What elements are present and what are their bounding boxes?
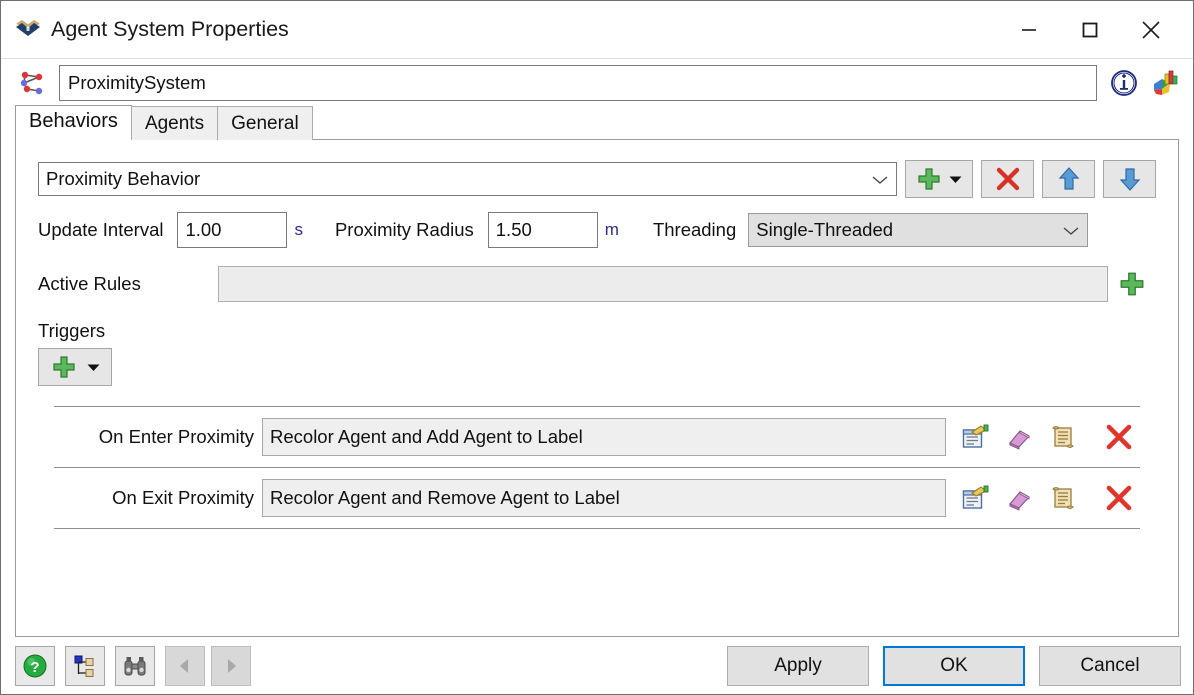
close-icon: [1141, 20, 1160, 39]
navigate-back-icon: [180, 658, 188, 673]
tab-strip: Behaviors Agents General: [1, 105, 1193, 140]
triggers-label: Triggers: [38, 320, 106, 341]
threading-select[interactable]: Single-Threaded: [748, 213, 1089, 247]
trigger-value-on-enter[interactable]: Recolor Agent and Add Agent to Label: [262, 418, 946, 456]
delete-behavior-button[interactable]: [981, 160, 1034, 198]
move-behavior-down-button[interactable]: [1103, 160, 1156, 198]
proximity-radius-input[interactable]: [487, 212, 598, 248]
edit-properties-icon[interactable]: [960, 483, 990, 513]
minimize-button[interactable]: [998, 2, 1059, 58]
eraser-icon[interactable]: [1004, 483, 1034, 513]
behavior-parameters-row: Update Interval s Proximity Radius m Thr…: [26, 198, 1168, 248]
table-row: On Enter Proximity Recolor Agent and Add…: [42, 407, 1152, 467]
tab-agents[interactable]: Agents: [130, 106, 219, 140]
script-scroll-icon[interactable]: [1048, 483, 1078, 513]
info-circle-icon[interactable]: [1109, 68, 1139, 98]
arrow-up-icon: [1058, 167, 1079, 190]
cancel-button[interactable]: Cancel: [1039, 645, 1181, 686]
triggers-section-label-row: Triggers: [26, 302, 1168, 342]
navigate-forward-icon: [228, 658, 236, 673]
title-bar: Agent System Properties: [1, 1, 1193, 59]
chevron-down-icon: [949, 176, 962, 183]
binoculars-find-icon: [124, 656, 146, 675]
delete-x-icon[interactable]: [1104, 483, 1134, 513]
system-name-input[interactable]: [59, 65, 1097, 101]
chevron-down-icon: [872, 168, 888, 190]
edit-properties-icon[interactable]: [960, 422, 990, 452]
navigate-forward-button[interactable]: [211, 645, 251, 686]
trigger-value-text: Recolor Agent and Remove Agent to Label: [270, 487, 620, 508]
dialog-footer: ? Apply OK Cancel: [1, 637, 1193, 694]
trigger-list: On Enter Proximity Recolor Agent and Add…: [26, 386, 1168, 529]
window-title: Agent System Properties: [51, 17, 289, 41]
network-nodes-icon: [15, 66, 49, 100]
update-interval-unit: s: [294, 220, 303, 239]
trigger-name-on-exit: On Exit Proximity: [112, 487, 254, 508]
behavior-select[interactable]: Proximity Behavior: [38, 162, 897, 196]
help-button[interactable]: ?: [15, 645, 55, 686]
tab-general[interactable]: General: [217, 106, 313, 140]
help-question-icon: ?: [23, 654, 47, 677]
find-button[interactable]: [115, 645, 155, 686]
statistics-chart-icon[interactable]: [1149, 68, 1179, 98]
active-rules-field[interactable]: [218, 266, 1108, 302]
behaviors-panel: Proximity Behavior Update Interval 1.00 …: [15, 139, 1179, 637]
threading-select-value: Single-Threaded: [756, 219, 894, 240]
proximity-radius-unit: m: [604, 220, 619, 239]
svg-text:?: ?: [30, 659, 39, 676]
add-behavior-button[interactable]: [905, 160, 973, 198]
maximize-icon: [1082, 22, 1097, 37]
update-interval-input[interactable]: [177, 212, 288, 248]
dialog-content: Behaviors Agents General Proximity Behav…: [1, 59, 1193, 637]
proximity-radius-label: Proximity Radius: [334, 219, 474, 240]
plus-icon: [52, 356, 75, 378]
delete-x-icon[interactable]: [1104, 422, 1134, 452]
eraser-icon[interactable]: [1004, 422, 1034, 452]
close-button[interactable]: [1120, 2, 1181, 58]
minimize-icon: [1021, 28, 1036, 31]
divider: [54, 528, 1140, 529]
navigate-back-button[interactable]: [165, 645, 205, 686]
active-rules-label: Active Rules: [38, 273, 141, 294]
script-scroll-icon[interactable]: [1048, 422, 1078, 452]
chevron-down-icon: [1063, 219, 1079, 241]
tab-behaviors[interactable]: Behaviors: [15, 105, 132, 140]
update-interval-label: Update Interval: [38, 219, 164, 240]
trigger-name-on-enter: On Enter Proximity: [98, 426, 254, 447]
hierarchy-tree-button[interactable]: [65, 645, 105, 686]
add-active-rule-button[interactable]: [1108, 270, 1156, 298]
threading-label: Threading: [652, 219, 737, 240]
system-name-row: [1, 59, 1193, 105]
agent-system-properties-window: Agent System Properties ProximitySystem …: [0, 0, 1194, 695]
crossed-arrows-icon: [13, 15, 43, 45]
apply-button[interactable]: Apply: [727, 645, 869, 686]
behavior-selector-row: Proximity Behavior: [26, 152, 1168, 198]
chevron-down-icon: [87, 364, 99, 371]
maximize-button[interactable]: [1059, 2, 1120, 58]
behavior-select-value: Proximity Behavior: [46, 168, 201, 189]
plus-icon: [918, 168, 940, 190]
add-trigger-button[interactable]: [38, 348, 112, 386]
ok-button[interactable]: OK: [883, 645, 1025, 686]
hierarchy-tree-icon: [74, 655, 94, 677]
trigger-value-text: Recolor Agent and Add Agent to Label: [270, 426, 583, 447]
triggers-toolbar: [26, 342, 1168, 386]
active-rules-row: Active Rules: [26, 248, 1168, 302]
trigger-value-on-exit[interactable]: Recolor Agent and Remove Agent to Label: [262, 479, 946, 517]
move-behavior-up-button[interactable]: [1042, 160, 1095, 198]
plus-icon: [1120, 272, 1144, 296]
delete-x-icon: [996, 167, 1019, 191]
table-row: On Exit Proximity Recolor Agent and Remo…: [42, 468, 1152, 528]
arrow-down-icon: [1119, 168, 1140, 191]
